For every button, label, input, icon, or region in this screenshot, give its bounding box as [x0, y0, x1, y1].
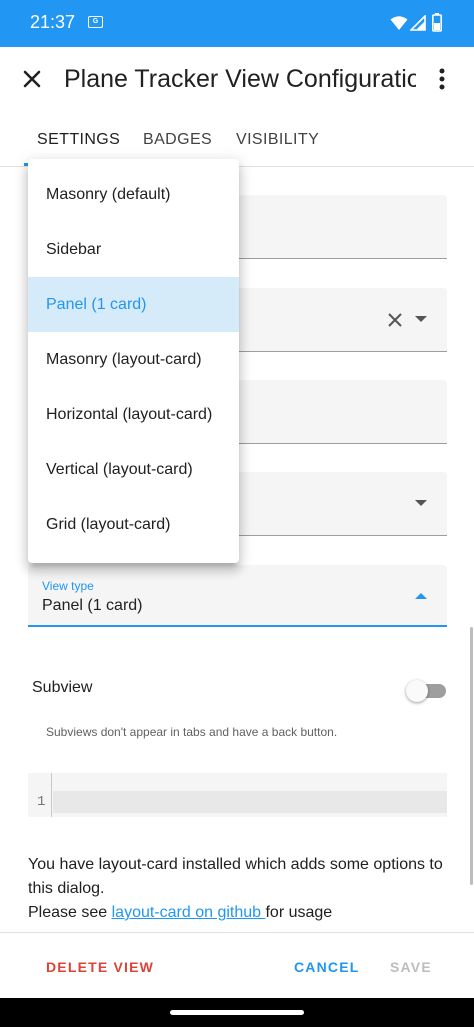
tab-settings[interactable]: SETTINGS [37, 131, 120, 149]
signal-icon [410, 15, 426, 31]
delete-view-button[interactable]: DELETE VIEW [46, 959, 154, 975]
layout-card-info: You have layout-card installed which add… [28, 853, 448, 925]
navigation-bar [0, 998, 474, 1027]
chevron-up-icon[interactable] [415, 593, 427, 599]
subview-toggle[interactable] [406, 680, 448, 702]
status-time: 21:37 [30, 12, 76, 32]
scrollbar[interactable] [470, 627, 473, 885]
tab-visibility[interactable]: VISIBILITY [236, 131, 319, 149]
chevron-down-icon[interactable] [415, 500, 427, 506]
menu-item-horizontal-layout-card[interactable]: Horizontal (layout-card) [28, 387, 239, 442]
close-icon[interactable] [18, 65, 46, 93]
info-line-2: Please see layout-card on github for usa… [28, 901, 448, 925]
home-handle[interactable] [170, 1010, 304, 1015]
wifi-icon [390, 16, 408, 30]
menu-item-masonry-layout-card[interactable]: Masonry (layout-card) [28, 332, 239, 387]
tab-badges[interactable]: BADGES [143, 131, 212, 149]
menu-item-panel[interactable]: Panel (1 card) [28, 277, 239, 332]
clear-icon[interactable] [387, 312, 403, 328]
toolbar: Plane Tracker View Configuratio [0, 47, 474, 111]
subview-label: Subview [32, 679, 93, 696]
more-vert-icon[interactable] [428, 65, 456, 93]
toggle-thumb [406, 680, 428, 702]
menu-item-masonry[interactable]: Masonry (default) [28, 167, 239, 222]
dialog-actions: DELETE VIEW CANCEL SAVE [0, 932, 474, 998]
cancel-button[interactable]: CANCEL [294, 959, 360, 975]
menu-item-grid-layout-card[interactable]: Grid (layout-card) [28, 497, 239, 552]
save-button[interactable]: SAVE [390, 959, 432, 975]
dialog: Plane Tracker View Configuratio SETTINGS… [0, 47, 474, 998]
info-suffix: for usage [265, 904, 333, 921]
view-type-dropdown-menu: Masonry (default) Sidebar Panel (1 card)… [28, 159, 239, 563]
view-type-select[interactable]: View type Panel (1 card) [28, 565, 447, 627]
info-prefix: Please see [28, 904, 112, 921]
status-bar: 21:37 G [0, 0, 474, 47]
line-number: 1 [37, 794, 46, 810]
dialog-title: Plane Tracker View Configuratio [64, 65, 416, 93]
view-type-label: View type [42, 579, 94, 593]
info-line-1: You have layout-card installed which add… [28, 856, 443, 897]
chevron-down-icon[interactable] [415, 316, 427, 322]
menu-item-vertical-layout-card[interactable]: Vertical (layout-card) [28, 442, 239, 497]
code-editor[interactable]: 1 [28, 773, 447, 817]
view-type-value: Panel (1 card) [42, 597, 143, 614]
battery-icon [432, 13, 442, 32]
menu-item-sidebar[interactable]: Sidebar [28, 222, 239, 277]
active-line[interactable] [53, 791, 447, 813]
layout-card-link[interactable]: layout-card on github [112, 904, 266, 921]
gs-icon: G [88, 16, 103, 28]
subview-help: Subviews don't appear in tabs and have a… [46, 725, 338, 739]
